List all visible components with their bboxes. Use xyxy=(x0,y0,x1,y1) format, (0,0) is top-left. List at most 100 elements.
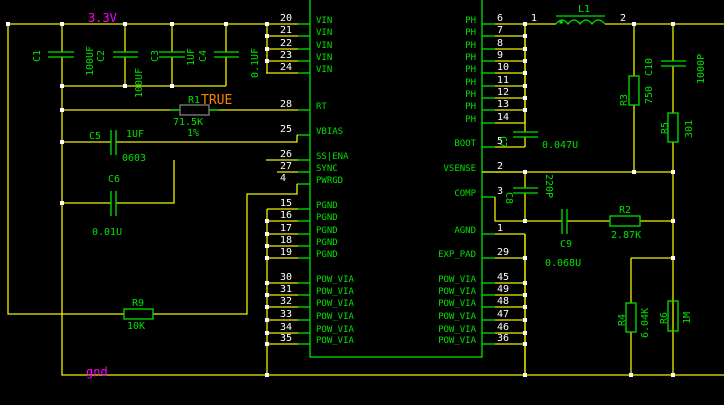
pin-name: PWRGD xyxy=(316,176,343,186)
junction-dot xyxy=(265,281,269,285)
pin-18[interactable]: 18 PGND xyxy=(267,235,338,248)
junction-dot xyxy=(523,47,527,51)
pin-number: 2 xyxy=(497,161,503,172)
pin-number: 3 xyxy=(497,186,503,197)
pin-number: 24 xyxy=(280,62,292,73)
junction-dot xyxy=(265,373,269,377)
r5-ref: R5 xyxy=(660,122,671,134)
junction-dot xyxy=(60,84,64,88)
pin-9[interactable]: 9 PH xyxy=(465,50,525,63)
pin-24[interactable]: 24 VIN xyxy=(266,62,332,75)
pin-name: VBIAS xyxy=(316,127,343,137)
junction-dot xyxy=(123,22,127,26)
pin-number: 45 xyxy=(497,272,509,283)
resistor-r5[interactable]: R5 301 xyxy=(660,112,695,143)
capacitor-c3[interactable]: C3 1UF xyxy=(150,48,197,66)
pin-13[interactable]: 13 PH xyxy=(465,99,525,112)
capacitor-c4[interactable]: C4 0.1UF xyxy=(198,48,261,78)
resistor-r1[interactable]: R1 TRUE 71.5K 1% xyxy=(170,93,232,139)
junction-dot xyxy=(265,244,269,248)
resistor-r4[interactable]: R4 6.04K xyxy=(617,302,651,338)
r1-ref: R1 xyxy=(188,95,200,106)
inductor-l1[interactable]: L1 1 2 xyxy=(531,4,626,26)
pin-number: 22 xyxy=(280,38,292,49)
pin-name: VIN xyxy=(316,16,332,26)
schematic-canvas: 20 VIN21 VIN22 VIN23 VIN24 VIN28 RT25 VBIAS26 SS… xyxy=(6,0,724,379)
capacitor-c7[interactable]: C7 0.047U xyxy=(497,131,578,151)
pin-name: EXP_PAD xyxy=(438,250,476,260)
pin-15[interactable]: 15 PGND xyxy=(267,198,338,211)
resistor-r6[interactable]: R6 1M xyxy=(659,300,693,332)
resistor-r9[interactable]: R9 10K xyxy=(123,298,154,332)
resistor-r2[interactable]: R2 2.87K xyxy=(609,205,641,241)
junction-dot xyxy=(60,108,64,112)
pin-16[interactable]: 16 PGND xyxy=(267,210,338,223)
pin-7[interactable]: 7 PH xyxy=(465,25,525,38)
pin-23[interactable]: 23 VIN xyxy=(266,50,332,63)
pin-number: 47 xyxy=(497,309,509,320)
pin-number: 8 xyxy=(497,38,503,49)
pin-4[interactable]: 4 PWRGD xyxy=(280,173,343,186)
c6-ref: C6 xyxy=(108,174,120,185)
pin-name: PH xyxy=(465,102,476,112)
pin-17[interactable]: 17 PGND xyxy=(267,223,338,236)
pin-28[interactable]: 28 RT xyxy=(266,99,327,112)
pin-number: 25 xyxy=(280,124,292,135)
pin-name: VIN xyxy=(316,53,332,63)
pin-14[interactable]: 14 PH xyxy=(465,112,525,125)
pin-number: 13 xyxy=(497,99,509,110)
pin-12[interactable]: 12 PH xyxy=(465,87,525,100)
resistor-r3[interactable]: R3 750 xyxy=(619,75,655,106)
pin-32[interactable]: 32 POW_VIA xyxy=(267,296,355,309)
pin-number: 17 xyxy=(280,223,292,234)
pin-6[interactable]: 6 PH xyxy=(465,13,525,26)
pin-number: 6 xyxy=(497,13,503,24)
pin-27[interactable]: 27 SYNC xyxy=(277,161,338,174)
pin-number: 36 xyxy=(497,333,509,344)
pin-number: 7 xyxy=(497,25,503,36)
capacitor-c5[interactable]: C5 1UF 0603 xyxy=(89,129,146,164)
r3-ref: R3 xyxy=(619,94,630,106)
c7-ref: C7 xyxy=(497,136,508,148)
junction-dot xyxy=(265,293,269,297)
pin-25[interactable]: 25 VBIAS xyxy=(280,124,343,137)
pin-number: 10 xyxy=(497,62,509,73)
junction-dot xyxy=(523,59,527,63)
pin-8[interactable]: 8 PH xyxy=(465,38,525,51)
c4-value: 0.1UF xyxy=(250,48,261,78)
junction-dot xyxy=(265,34,269,38)
capacitor-c2[interactable]: C2 100UF xyxy=(96,50,145,98)
pin-3[interactable]: 3 COMP xyxy=(454,186,503,199)
capacitor-c8[interactable]: C8 220P xyxy=(503,174,554,204)
junction-dot xyxy=(671,170,675,174)
junction-dot xyxy=(523,219,527,223)
c8-value: 220P xyxy=(543,174,554,198)
pin-name: PH xyxy=(465,53,476,63)
capacitor-c1[interactable]: C1 100UF xyxy=(32,46,96,76)
pin-number: 48 xyxy=(497,296,509,307)
pin-11[interactable]: 11 PH xyxy=(465,75,525,88)
junction-dot xyxy=(170,22,174,26)
pin-26[interactable]: 26 SS|ENA xyxy=(266,149,349,162)
pin-number: 11 xyxy=(497,75,509,86)
pin-5[interactable]: 5BOOT xyxy=(454,136,525,149)
capacitor-c6[interactable]: C6 0.01U xyxy=(92,174,122,238)
pin-name: PGND xyxy=(316,238,338,248)
pin-22[interactable]: 22 VIN xyxy=(266,38,332,51)
pin-number: 35 xyxy=(280,333,292,344)
pin-10[interactable]: 10 PH xyxy=(465,62,525,75)
c8-ref: C8 xyxy=(503,192,514,204)
pin-33[interactable]: 33 POW_VIA xyxy=(267,309,355,322)
pin-name: PH xyxy=(465,16,476,26)
r2-ref: R2 xyxy=(619,205,631,216)
pin-19[interactable]: 19 PGND xyxy=(267,247,338,260)
pin-21[interactable]: 21 VIN xyxy=(266,25,332,38)
pin-20[interactable]: 20 VIN xyxy=(266,13,332,26)
capacitor-c10[interactable]: C10 1000P xyxy=(644,54,707,84)
pin-1[interactable]: 1 AGND xyxy=(454,223,525,236)
pin-number: 27 xyxy=(280,161,292,172)
capacitor-c9[interactable]: C9 0.068U xyxy=(545,209,581,269)
pin-name: COMP xyxy=(454,189,476,199)
pin-name: PH xyxy=(465,41,476,51)
pin-name: PGND xyxy=(316,201,338,211)
